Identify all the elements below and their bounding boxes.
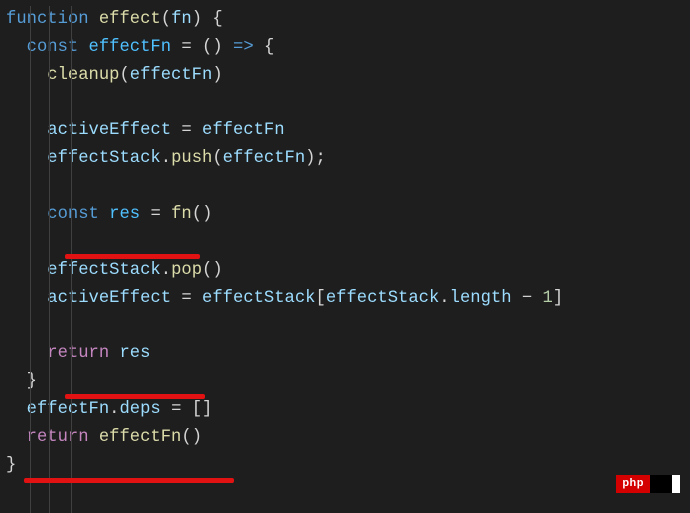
method-pop: pop <box>171 261 202 280</box>
obj-effectFn-2: effectFn <box>27 400 110 419</box>
obj-effectStack: effectStack <box>47 149 160 168</box>
underline-2 <box>65 394 205 399</box>
rhs-effectFn: effectFn <box>202 121 285 140</box>
idx-effectStack: effectStack <box>326 289 439 308</box>
prop-deps: deps <box>119 400 160 419</box>
fn-effect: effect <box>99 10 161 29</box>
op-minus: − <box>522 289 532 308</box>
call-fn: fn <box>171 205 192 224</box>
kw-const-2: const <box>47 205 99 224</box>
watermark-brand: php <box>616 475 650 493</box>
param-fn: fn <box>171 10 192 29</box>
ret-res: res <box>119 344 150 363</box>
code-block: function effect(fn) { const effectFn = (… <box>6 6 690 480</box>
call-effectFn: effectFn <box>99 428 182 447</box>
kw-return-2: return <box>27 428 89 447</box>
var-effectFn: effectFn <box>89 38 172 57</box>
watermark-tail <box>672 475 680 493</box>
arg-effectFn-2: effectFn <box>223 149 306 168</box>
underline-1 <box>65 254 200 259</box>
idx-length: length <box>450 289 512 308</box>
kw-const: const <box>27 38 79 57</box>
underline-3 <box>24 478 234 483</box>
method-push: push <box>171 149 212 168</box>
lhs-activeEffect-2: activeEffect <box>47 289 171 308</box>
arrow: => <box>233 38 254 57</box>
num-one: 1 <box>543 289 553 308</box>
watermark: php <box>616 475 680 493</box>
obj-effectStack-2: effectStack <box>47 261 160 280</box>
kw-return: return <box>47 344 109 363</box>
watermark-block <box>650 475 672 493</box>
rhs-effectStack: effectStack <box>202 289 315 308</box>
lhs-activeEffect: activeEffect <box>47 121 171 140</box>
kw-function: function <box>6 10 89 29</box>
arg-effectFn: effectFn <box>130 66 213 85</box>
var-res: res <box>109 205 140 224</box>
call-cleanup: cleanup <box>47 66 119 85</box>
